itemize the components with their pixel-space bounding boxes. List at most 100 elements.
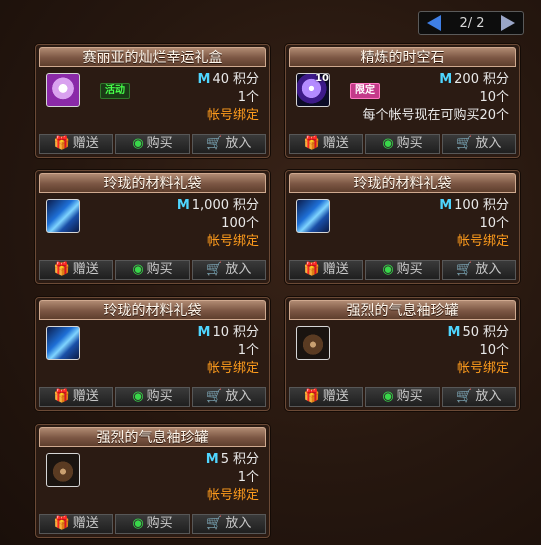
item-title: 强烈的气息袖珍罐 <box>39 427 266 447</box>
item-price: M 5 积分 <box>205 452 259 467</box>
shop-item-card: 赛丽亚的灿烂幸运礼盒 活动 M 40 积分 1个 帐号绑定 🎁 赠送 ◉ 购买 🛒 放入 <box>35 44 270 158</box>
item-quantity: 1个 <box>237 90 259 105</box>
account-bound-label: 帐号绑定 <box>206 234 259 249</box>
material-bag-icon[interactable] <box>46 326 80 360</box>
item-price: M 40 积分 <box>197 72 260 87</box>
item-title: 精炼的时空石 <box>289 47 516 67</box>
add-to-cart-button[interactable]: 🛒 放入 <box>191 514 266 534</box>
gift-button[interactable]: 🎁 赠送 <box>39 387 114 407</box>
buy-button[interactable]: ◉ 购买 <box>115 514 190 534</box>
breath-jar-icon[interactable] <box>296 326 330 360</box>
gift-box-icon[interactable] <box>46 73 80 107</box>
add-to-cart-button[interactable]: 🛒 放入 <box>191 134 266 154</box>
material-bag-icon[interactable] <box>46 199 80 233</box>
item-price: M 200 积分 <box>439 72 509 87</box>
card-actions: 🎁 赠送 ◉ 购买 🛒 放入 <box>39 134 266 154</box>
add-to-cart-button[interactable]: 🛒 放入 <box>191 260 266 280</box>
purchase-limit-text: 每个帐号现在可购买20个 <box>362 108 509 123</box>
gift-button[interactable]: 🎁 赠送 <box>39 134 114 154</box>
item-info: M 1,000 积分 100个 帐号绑定 <box>177 197 259 251</box>
prev-page-arrow-icon[interactable] <box>427 15 441 31</box>
item-info: M 40 积分 1个 帐号绑定 <box>198 71 260 125</box>
account-bound-label: 帐号绑定 <box>456 361 509 376</box>
gift-button[interactable]: 🎁 赠送 <box>289 260 364 280</box>
cart-icon: 🛒 <box>206 136 223 151</box>
item-price: M 50 积分 <box>447 325 510 340</box>
next-page-arrow-icon[interactable] <box>501 15 515 31</box>
buy-button[interactable]: ◉ 购买 <box>115 134 190 154</box>
gift-icon: 🎁 <box>303 389 320 404</box>
gift-icon: 🎁 <box>53 389 70 404</box>
buy-button[interactable]: ◉ 购买 <box>365 260 440 280</box>
stack-count-badge: 10 <box>315 73 329 84</box>
page-indicator: 2/ 2 <box>459 16 485 31</box>
add-to-cart-button[interactable]: 🛒 放入 <box>441 260 516 280</box>
coins-icon: ◉ <box>382 136 394 151</box>
account-bound-label: 帐号绑定 <box>206 361 259 376</box>
gift-icon: 🎁 <box>303 262 320 277</box>
pagination: 2/ 2 <box>418 11 524 35</box>
add-to-cart-button[interactable]: 🛒 放入 <box>191 387 266 407</box>
card-actions: 🎁 赠送 ◉ 购买 🛒 放入 <box>289 387 516 407</box>
card-actions: 🎁 赠送 ◉ 购买 🛒 放入 <box>289 260 516 280</box>
item-quantity: 10个 <box>479 216 509 231</box>
gift-icon: 🎁 <box>303 136 320 151</box>
cart-icon: 🛒 <box>206 389 223 404</box>
card-actions: 🎁 赠送 ◉ 购买 🛒 放入 <box>39 387 266 407</box>
currency-m-icon: M <box>439 198 453 213</box>
buy-button[interactable]: ◉ 购买 <box>365 134 440 154</box>
item-info: M 10 积分 1个 帐号绑定 <box>198 324 260 378</box>
buy-button[interactable]: ◉ 购买 <box>365 387 440 407</box>
item-quantity: 10个 <box>479 90 509 105</box>
item-info: M 100 积分 10个 帐号绑定 <box>439 197 509 251</box>
coins-icon: ◉ <box>382 389 394 404</box>
buy-button[interactable]: ◉ 购买 <box>115 260 190 280</box>
cart-icon: 🛒 <box>456 262 473 277</box>
coins-icon: ◉ <box>132 136 144 151</box>
gift-icon: 🎁 <box>53 262 70 277</box>
add-to-cart-button[interactable]: 🛒 放入 <box>441 134 516 154</box>
shop-item-card: 玲珑的材料礼袋 M 10 积分 1个 帐号绑定 🎁 赠送 ◉ 购买 🛒 放入 <box>35 297 270 411</box>
gift-button[interactable]: 🎁 赠送 <box>289 134 364 154</box>
shop-item-card: 玲珑的材料礼袋 M 1,000 积分 100个 帐号绑定 🎁 赠送 ◉ 购买 🛒 放入 <box>35 170 270 284</box>
item-quantity: 10个 <box>479 343 509 358</box>
card-actions: 🎁 赠送 ◉ 购买 🛒 放入 <box>39 260 266 280</box>
item-price: M 10 积分 <box>197 325 260 340</box>
item-quantity: 1个 <box>237 470 259 485</box>
card-actions: 🎁 赠送 ◉ 购买 🛒 放入 <box>39 514 266 534</box>
account-bound-label: 帐号绑定 <box>206 488 259 503</box>
coins-icon: ◉ <box>132 516 144 531</box>
material-bag-icon[interactable] <box>296 199 330 233</box>
gift-button[interactable]: 🎁 赠送 <box>39 514 114 534</box>
time-stone-orb-icon[interactable]: 10 <box>296 73 330 107</box>
currency-m-icon: M <box>176 198 190 213</box>
buy-button[interactable]: ◉ 购买 <box>115 387 190 407</box>
breath-jar-icon[interactable] <box>46 453 80 487</box>
currency-m-icon: M <box>197 325 211 340</box>
item-price: M 100 积分 <box>439 198 509 213</box>
item-info: M 50 积分 10个 帐号绑定 <box>448 324 510 378</box>
cart-icon: 🛒 <box>456 389 473 404</box>
cart-icon: 🛒 <box>206 516 223 531</box>
gift-icon: 🎁 <box>53 136 70 151</box>
item-title: 玲珑的材料礼袋 <box>289 173 516 193</box>
account-bound-label: 帐号绑定 <box>206 108 259 123</box>
currency-m-icon: M <box>439 72 453 87</box>
gift-button[interactable]: 🎁 赠送 <box>39 260 114 280</box>
item-price: M 1,000 积分 <box>176 198 259 213</box>
gift-button[interactable]: 🎁 赠送 <box>289 387 364 407</box>
gift-icon: 🎁 <box>53 516 70 531</box>
item-info: M 200 积分 10个 每个帐号现在可购买20个 <box>362 71 509 125</box>
shop-item-card: 玲珑的材料礼袋 M 100 积分 10个 帐号绑定 🎁 赠送 ◉ 购买 🛒 放入 <box>285 170 520 284</box>
shop-item-card: 强烈的气息袖珍罐 M 50 积分 10个 帐号绑定 🎁 赠送 ◉ 购买 🛒 放入 <box>285 297 520 411</box>
currency-m-icon: M <box>197 72 211 87</box>
coins-icon: ◉ <box>382 262 394 277</box>
add-to-cart-button[interactable]: 🛒 放入 <box>441 387 516 407</box>
account-bound-label: 帐号绑定 <box>456 234 509 249</box>
currency-m-icon: M <box>205 452 219 467</box>
item-info: M 5 积分 1个 帐号绑定 <box>206 451 259 505</box>
item-quantity: 100个 <box>221 216 259 231</box>
item-title: 玲珑的材料礼袋 <box>39 300 266 320</box>
cart-icon: 🛒 <box>206 262 223 277</box>
cart-icon: 🛒 <box>456 136 473 151</box>
